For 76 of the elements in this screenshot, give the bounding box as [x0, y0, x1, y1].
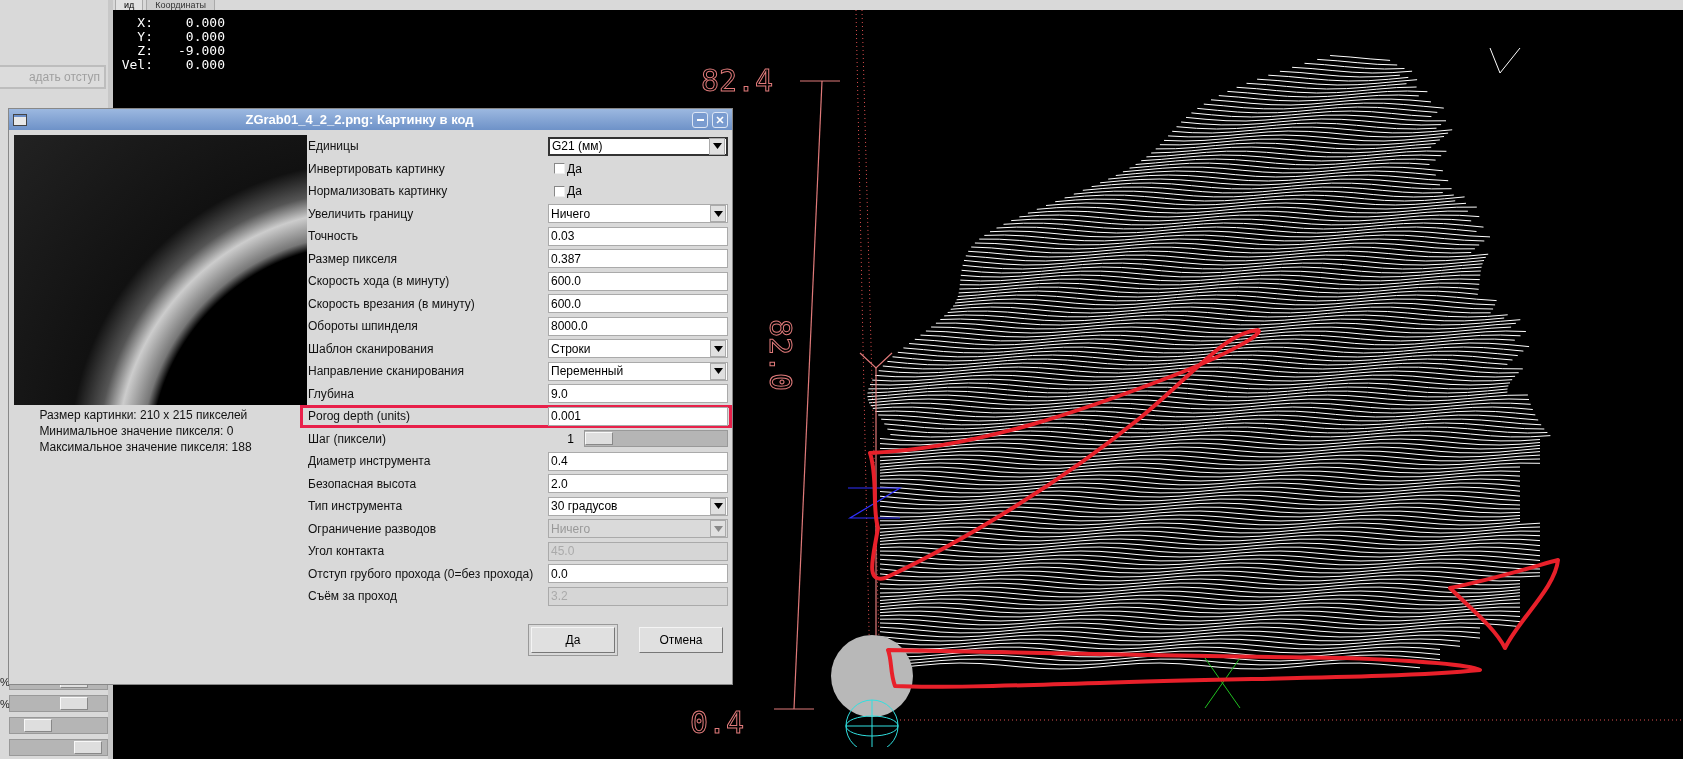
field-label: Нормализовать картинку [308, 184, 449, 199]
input-field[interactable]: 0.0 [548, 564, 728, 584]
image-info-text: Размер картинки: 210 x 215 пикселей [39, 407, 249, 423]
input-field[interactable]: 9.0 [548, 384, 728, 404]
window-menu-icon[interactable] [13, 113, 27, 126]
dimension-label: 82.0 [763, 318, 798, 392]
slider-thumb[interactable] [60, 697, 89, 710]
slider-track[interactable] [9, 695, 108, 712]
readout-value: 0.000 [184, 16, 225, 30]
caret-icon [712, 143, 722, 150]
close-icon [715, 114, 725, 125]
field-label: Шаблон сканирования [308, 341, 435, 356]
field-label: Безопасная высота [308, 476, 418, 491]
dropdown[interactable]: 30 градусов [548, 496, 728, 516]
field-label: Единицы [308, 139, 360, 154]
input-field[interactable]: 600.0 [548, 271, 728, 291]
readout-label: Vel: [121, 58, 153, 72]
slider-track[interactable] [9, 739, 108, 756]
input-field[interactable]: 600.0 [548, 294, 728, 314]
dimension-label: 0.4 [689, 705, 745, 740]
slider-track[interactable] [9, 717, 108, 734]
field-label: Инвертировать картинку [308, 161, 446, 176]
readout-value: -9.000 [177, 44, 225, 58]
readout-label: Z: [136, 44, 153, 58]
checkbox[interactable]: Да [554, 184, 582, 199]
close-button[interactable] [712, 111, 728, 128]
field-label: Скорость врезания (в минуту) [308, 296, 476, 311]
input-field[interactable]: 2.0 [548, 474, 728, 494]
dropdown[interactable]: G21 (мм) [548, 136, 728, 156]
dropdown[interactable]: Переменный [548, 361, 728, 381]
input-field[interactable]: 0.03 [548, 226, 728, 246]
window-title: ZGrab01_4_2_2.png: Картинку в код [244, 112, 475, 127]
caret-icon [713, 345, 723, 352]
field-label: Тип инструмента [308, 499, 404, 514]
field-label: Диаметр инструмента [308, 454, 432, 469]
readout-value: 0.000 [184, 58, 225, 72]
field-label: Шаг (пиксели) [308, 431, 387, 446]
input-field[interactable]: 0.001 [548, 406, 728, 426]
slider-thumb[interactable] [74, 741, 103, 754]
minimize-icon [696, 118, 704, 121]
field-label: Угол контакта [308, 544, 386, 559]
image-info-text: Максимальное значение пикселя: 188 [39, 439, 252, 455]
checkbox[interactable]: Да [554, 161, 582, 176]
caret-icon [713, 503, 723, 510]
minimize-button[interactable] [692, 111, 708, 128]
field-label: Точность [308, 229, 360, 244]
dropdown[interactable]: Ничего [548, 204, 728, 224]
input-field[interactable]: 8000.0 [548, 316, 728, 336]
field-label: Съём за проход [308, 589, 398, 604]
caret-icon [713, 368, 723, 375]
field-label: Направление сканирования [308, 364, 465, 379]
field-label: Porog depth (units) [308, 409, 412, 424]
slider-thumb[interactable] [585, 432, 613, 446]
dialog-button[interactable]: Отмена [639, 626, 723, 653]
slider-unit: % [0, 697, 9, 710]
field-label: Глубина [308, 386, 355, 401]
caret-icon [713, 210, 723, 217]
slider-thumb[interactable] [24, 719, 52, 732]
slider-value: 1 [566, 431, 574, 446]
input-field[interactable]: 0.387 [548, 249, 728, 269]
field-label: Скорость хода (в минуту) [308, 274, 451, 289]
field-label: Ограничение разводов [308, 521, 438, 536]
readout-value: 0.000 [184, 30, 225, 44]
image-info-text: Минимальное значение пикселя: 0 [39, 423, 235, 439]
dialog-button[interactable]: Да [531, 626, 615, 653]
caret-icon [713, 525, 723, 532]
dropdown[interactable]: Строки [548, 339, 728, 359]
field-label: Отступ грубого прохода (0=без прохода) [308, 566, 535, 581]
slider-track[interactable] [584, 430, 728, 448]
field-label: Размер пикселя [308, 251, 398, 266]
input-field[interactable]: 0.4 [548, 451, 728, 471]
readout-label: Y: [136, 30, 153, 44]
field-label: Обороты шпинделя [308, 319, 419, 334]
readout-label: X: [136, 16, 153, 30]
field-label: Увеличить границу [308, 206, 415, 221]
dimension-label: 82.4 [700, 63, 774, 98]
